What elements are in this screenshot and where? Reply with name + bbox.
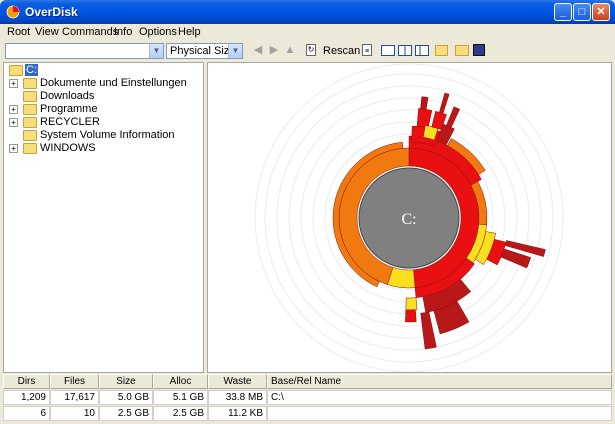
tree-root[interactable]: C: [6,64,66,77]
col-size[interactable]: Size [99,374,153,389]
up-arrow-icon[interactable]: ▲ [283,43,297,57]
folder-icon [23,130,37,141]
menu-info[interactable]: Info [114,26,132,38]
rescan-button[interactable]: Rescan [323,45,360,57]
menu-help[interactable]: Help [178,26,201,38]
menu-options[interactable]: Options [139,26,177,38]
minimize-icon: _ [559,6,567,18]
col-alloc[interactable]: Alloc [153,374,208,389]
open-folder-icon[interactable] [455,45,469,56]
window-title: OverDisk [25,5,78,19]
tree-item[interactable]: + Programme [6,103,196,116]
cell-dirs: 1,209 [3,390,50,405]
save-icon[interactable] [473,44,485,56]
back-arrow-icon[interactable]: ◀ [251,43,265,57]
col-waste[interactable]: Waste [208,374,267,389]
col-dirs[interactable]: Dirs [3,374,50,389]
menu-root[interactable]: Root [7,26,30,38]
expand-icon[interactable]: + [9,79,18,88]
folder-icon [23,91,37,102]
maximize-button[interactable]: □ [573,3,591,21]
title-bar[interactable]: OverDisk _ □ ✕ [0,0,615,24]
cell-alloc: 5.1 GB [153,390,208,405]
maximize-icon: □ [578,6,586,18]
cell-waste: 33.8 MB [208,390,267,405]
cell-dirs: 6 [3,406,50,421]
cell-name [267,406,612,421]
tree-item[interactable]: + Dokumente und Einstellungen [6,77,196,90]
folder-tree[interactable]: C: + Dokumente und Einstellungen Downloa… [3,62,204,373]
folder-icon [23,143,37,154]
chevron-down-icon[interactable]: ▼ [149,44,163,58]
expand-icon[interactable]: + [9,144,18,153]
folder-segment[interactable] [420,96,429,110]
cell-alloc: 2.5 GB [153,406,208,421]
toolbar: ▼ Physical Size ▼ ◀ ▶ ▲ ↻ Rescan ≡ [0,40,615,62]
tree-item-label: Programme [40,103,98,115]
menu-view[interactable]: View [35,26,59,38]
size-mode-select[interactable]: Physical Size ▼ [166,43,243,59]
cell-waste: 11.2 KB [208,406,267,421]
cell-files: 10 [50,406,99,421]
menu-commands[interactable]: Commands [62,26,118,38]
disk-usage-view[interactable]: C: [207,62,612,373]
tree-view-icon[interactable] [415,45,429,56]
expand-icon[interactable]: + [9,105,18,114]
folder-icon [23,78,37,89]
tree-item-label: Dokumente und Einstellungen [40,77,187,89]
status-table: Dirs Files Size Alloc Waste Base/Rel Nam… [3,374,612,422]
cell-size: 5.0 GB [99,390,153,405]
forward-arrow-icon[interactable]: ▶ [267,43,281,57]
cell-name: C:\ [267,390,612,405]
tree-item-label: Downloads [40,90,95,102]
folder-segment[interactable] [405,309,417,323]
tree-item[interactable]: + WINDOWS [6,142,196,155]
size-mode-value: Physical Size [170,45,236,57]
tree-item-label: RECYCLER [40,116,100,128]
tree-root-label: C: [25,64,38,76]
split-view-icon[interactable] [398,45,412,56]
tree-item[interactable]: System Volume Information [6,129,196,142]
close-button[interactable]: ✕ [592,3,610,21]
rescan-icon[interactable]: ↻ [306,44,316,56]
tree-item[interactable]: + RECYCLER [6,116,196,129]
overdisk-app-icon [6,5,20,19]
close-icon: ✕ [596,6,606,18]
tree-item[interactable]: Downloads [6,90,196,103]
document-icon[interactable]: ≡ [362,44,372,56]
center-label: C: [401,211,416,228]
folder-icon [23,104,37,115]
single-view-icon[interactable] [381,45,395,56]
tree-item-label: System Volume Information [40,129,175,141]
folder-chart-icon[interactable] [435,45,448,56]
col-name[interactable]: Base/Rel Name [267,374,612,389]
path-combobox[interactable]: ▼ [5,43,164,59]
folder-segment[interactable] [405,297,418,311]
cell-size: 2.5 GB [99,406,153,421]
folder-segment[interactable] [416,108,433,129]
tree-item-label: WINDOWS [40,142,96,154]
cell-files: 17,617 [50,390,99,405]
folder-segment[interactable] [420,311,437,350]
expand-icon[interactable]: + [9,118,18,127]
col-files[interactable]: Files [50,374,99,389]
folder-segment[interactable] [439,92,450,114]
folder-icon [23,117,37,128]
minimize-button[interactable]: _ [554,3,572,21]
open-folder-icon [9,65,23,76]
menu-bar: Root View Commands Info Options Help [0,24,615,40]
disk-usage-sunburst[interactable]: C: [208,63,611,373]
chevron-down-icon[interactable]: ▼ [228,44,242,58]
